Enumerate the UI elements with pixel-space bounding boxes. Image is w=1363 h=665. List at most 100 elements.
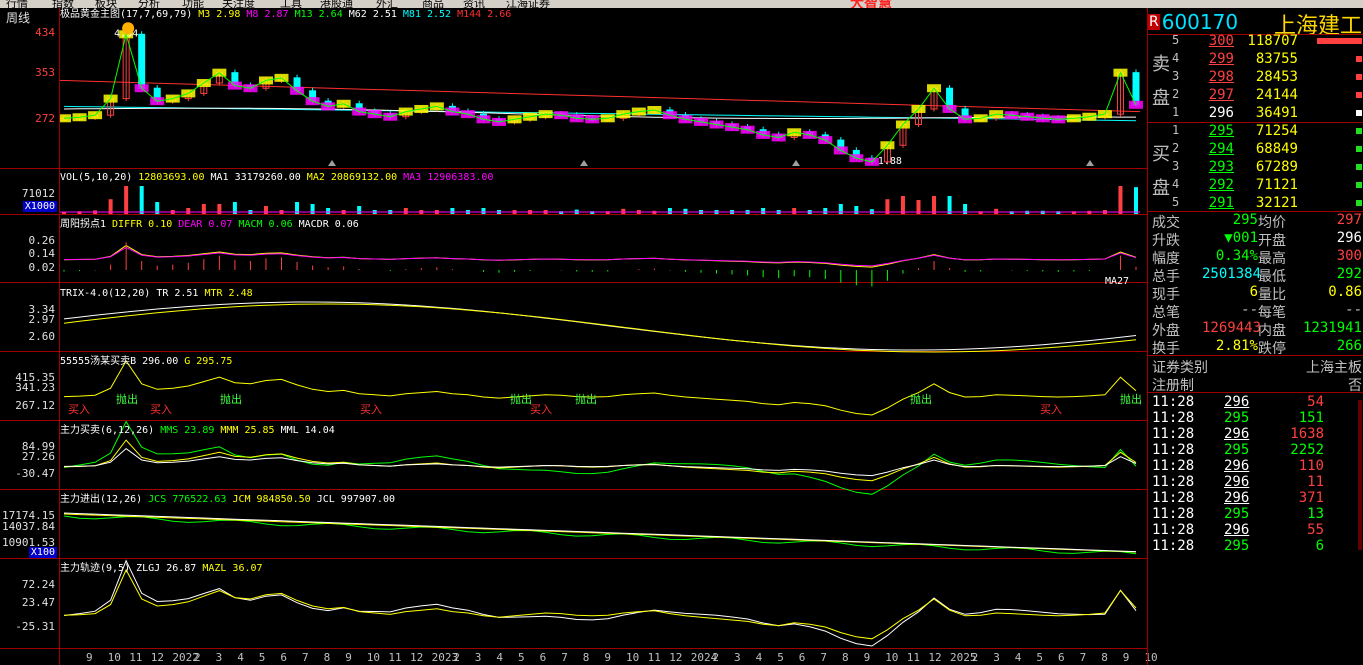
period-label[interactable]: 周线: [6, 9, 30, 26]
asks-level[interactable]: 3 298 28453: [1148, 69, 1363, 87]
zlgj-tick: -25.31: [15, 620, 55, 633]
tick-row: 11:28 296 11: [1152, 474, 1324, 490]
month-label: 8: [323, 651, 331, 664]
month-label: 5: [258, 651, 266, 664]
volume-bar: [357, 206, 362, 214]
stat-value: 0.86: [1328, 284, 1362, 300]
stat-value: 296: [1336, 230, 1362, 246]
month-label: 10: [626, 651, 640, 664]
menu-item[interactable]: 分析: [138, 0, 160, 8]
stat-label: 外盘: [1152, 323, 1180, 339]
bs-tick: 341.23: [15, 381, 55, 394]
volume-bar: [932, 196, 937, 214]
menu-item[interactable]: 功能: [182, 0, 204, 8]
menu-bar: 行情 指数 板块 分析 功能 关注度 工具 港股通 外汇 商品 资讯 江海证券 大智慧: [0, 0, 1363, 8]
sell-signal-label: 抛出: [575, 392, 597, 406]
price-tick: 353: [35, 66, 55, 79]
indicator-value: M144 2.66: [457, 9, 512, 20]
zlgj-indicator-header[interactable]: 主力轨迹(9,5) ZLGJ 26.87 MAZL 36.07: [60, 563, 269, 575]
volume-bar: [854, 206, 859, 214]
stat-value: 2.81%: [1215, 338, 1258, 354]
indicator-value: MMM 25.85: [220, 425, 275, 436]
bids-level[interactable]: 4 292 71121: [1148, 177, 1363, 195]
indicator-value: JCS 776522.63: [148, 494, 227, 505]
jcs-indicator-header[interactable]: 主力进出(12,26) JCS 776522.63 JCM 984850.50 JCL…: [60, 494, 401, 506]
vol-indicator-header[interactable]: VOL(5,10,20) 12803693.00 MA1 33179260.00 MA…: [60, 172, 499, 184]
main-indicator-header[interactable]: 极品黄金主图(17,7,69,79) M3 2.98 M8 2.87 M13 2.64…: [60, 9, 517, 21]
menu-item[interactable]: 外汇: [376, 0, 398, 8]
stat-value: 297: [1336, 212, 1362, 228]
diffr-line: [63, 244, 1137, 268]
zjgd-tick: 0.14: [28, 247, 56, 260]
asks-level[interactable]: 4 299 83755: [1148, 51, 1363, 69]
asks-level[interactable]: 2 297 24144: [1148, 87, 1363, 105]
volume-bar: [900, 196, 905, 214]
stat-label: 最高: [1258, 251, 1286, 267]
month-label: 3: [474, 651, 482, 664]
indicator-value: 296.00: [142, 356, 179, 367]
volume-bar: [823, 208, 828, 214]
month-label: 8: [582, 651, 590, 664]
mml-line: [63, 447, 1137, 477]
indicator-value: 12803693.00: [138, 172, 205, 183]
stat-label: 均价: [1258, 215, 1286, 231]
menu-item[interactable]: 工具: [280, 0, 302, 8]
tick-scrollbar[interactable]: [1358, 400, 1362, 550]
bids-level[interactable]: 1 295 71254: [1148, 123, 1363, 141]
indicator-value: MAZL 36.07: [202, 563, 263, 574]
trix-indicator-header[interactable]: TRIX-4.0(12,20) TR 2.51 MTR 2.48: [60, 288, 259, 300]
month-label: 5: [777, 651, 784, 664]
depth-bar: [1356, 92, 1362, 98]
volume-bar: [481, 208, 486, 214]
r-tag: R: [1148, 14, 1160, 30]
month-label: 4: [237, 651, 244, 664]
month-label: 7: [302, 651, 309, 664]
mmm-line: [63, 439, 1137, 482]
dear-line: [63, 246, 1137, 267]
asks-level[interactable]: 5 300 118707: [1148, 33, 1363, 51]
stat-label: 最低: [1258, 269, 1286, 285]
indicator-value: MACM 0.06: [238, 219, 293, 230]
mms-tick: 27.26: [21, 450, 55, 463]
stock-code[interactable]: R 600170: [1148, 10, 1238, 34]
mazl-line: [63, 568, 1137, 640]
tick-row: 11:28 296 371: [1152, 490, 1324, 506]
trix-mtr-line: [63, 303, 1137, 353]
menu-item[interactable]: 板块: [95, 0, 117, 8]
menu-item[interactable]: 指数: [52, 0, 74, 8]
month-label: 2: [712, 651, 720, 664]
zjgd-tick: 0.02: [28, 261, 56, 274]
vol-tick: 71012: [21, 187, 55, 200]
ma144-line: [60, 79, 1141, 113]
stat-value: --: [1241, 302, 1258, 318]
depth-bar: [1356, 110, 1362, 116]
menu-item[interactable]: 商品: [422, 0, 444, 8]
zjgd-indicator-header[interactable]: 周阳拐点1 DIFFR 0.10 DEAR 0.07 MACM 0.06 MACDR 0…: [60, 219, 365, 231]
category-label: 证券类别: [1152, 360, 1208, 376]
indicator-name: 55555汤某买卖B: [60, 356, 137, 367]
bs-indicator-header[interactable]: 55555汤某买卖B 296.00 G 295.75: [60, 356, 238, 368]
menu-item[interactable]: 港股通: [320, 0, 353, 8]
asks-level[interactable]: 1 296 36491: [1148, 105, 1363, 123]
mms-indicator-header[interactable]: 主力买卖(6,12,26) MMS 23.89 MMM 25.85 MML 14.04: [60, 425, 341, 437]
stat-value: 2501384: [1202, 266, 1262, 282]
stat-value: --: [1345, 302, 1362, 318]
month-label: 9: [345, 651, 352, 664]
month-label: 11: [906, 651, 921, 664]
stat-value: 6: [1249, 284, 1258, 300]
weekly-chart[interactable]: 4.341.88MA27买入抛出买入抛出买入抛出买入抛出抛出买入抛出: [60, 8, 1147, 656]
menu-item[interactable]: 行情: [6, 0, 28, 8]
stat-value: 1269443: [1202, 320, 1262, 336]
bids-level[interactable]: 3 293 67289: [1148, 159, 1363, 177]
marker-triangle: [792, 160, 800, 166]
month-label: 11: [647, 651, 661, 664]
jcl-line: [63, 512, 1137, 553]
menu-item[interactable]: 资讯: [463, 0, 485, 8]
tick-row: 11:28 295 2252: [1152, 442, 1324, 458]
volume-bar: [139, 186, 144, 214]
menu-item[interactable]: 江海证券: [506, 0, 550, 8]
bids-level[interactable]: 2 294 68849: [1148, 141, 1363, 159]
month-label: 4: [1014, 651, 1022, 664]
menu-item[interactable]: 关注度: [222, 0, 255, 8]
price-tick: 272: [35, 112, 55, 125]
